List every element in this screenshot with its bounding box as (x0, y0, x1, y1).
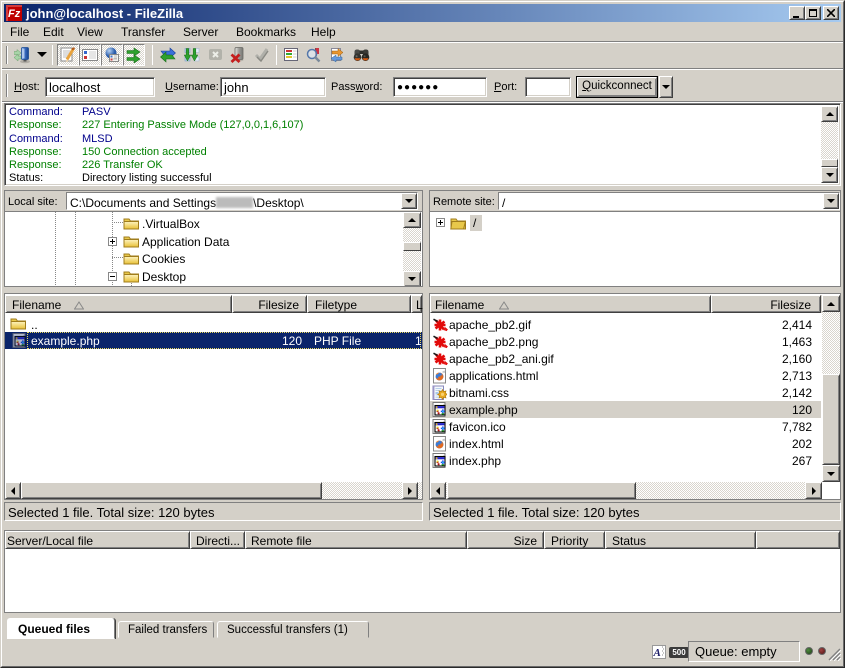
svg-text:A: A (653, 647, 661, 659)
svg-text:Fz: Fz (8, 8, 21, 20)
